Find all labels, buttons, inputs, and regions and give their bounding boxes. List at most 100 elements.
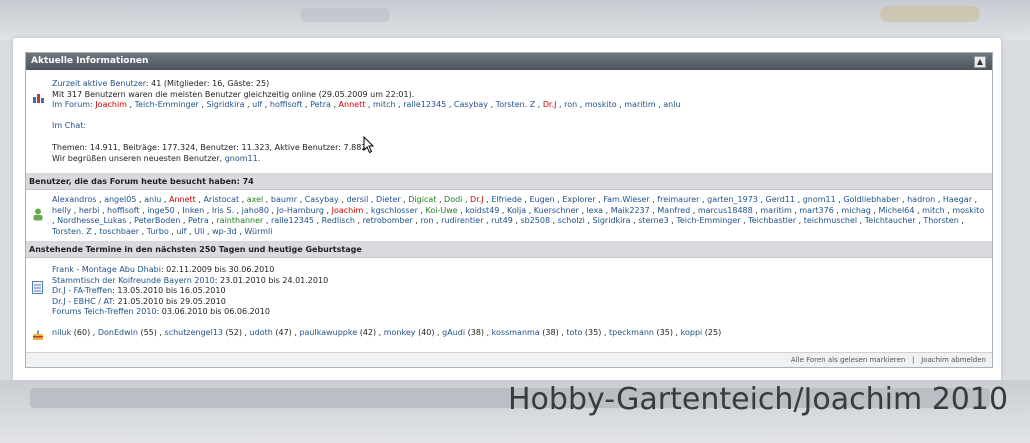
user-link[interactable]: Sigridkira [593,216,631,225]
birthday-user-link[interactable]: koppi [681,328,703,337]
birthday-user-link[interactable]: paulkawuppke [299,328,357,337]
user-link[interactable]: Haegar [943,195,972,204]
user-link[interactable]: Gerd11 [766,195,796,204]
event-link[interactable]: Dr.J - FA-Treffen [52,286,112,295]
event-link[interactable]: Forums Teich-Treffen 2010 [52,307,157,316]
user-link[interactable]: mitch [922,206,945,215]
event-link[interactable]: Frank - Montage Abu Dhabi [52,265,161,274]
user-link[interactable]: Michel64 [879,206,915,215]
user-link[interactable]: hoffisoft [107,206,140,215]
user-link[interactable]: rut49 [491,216,513,225]
user-link[interactable]: ulf [252,100,262,109]
user-link[interactable]: moskito [585,100,617,109]
birthday-user-link[interactable]: schutzengel13 [165,328,223,337]
user-link[interactable]: Turbo [147,227,169,236]
user-link[interactable]: Teichbastler [748,216,796,225]
user-link[interactable]: Teich-Emminger [135,100,199,109]
birthday-user-link[interactable]: toto [566,328,582,337]
user-link[interactable]: Fam.Wieser [603,195,649,204]
user-link[interactable]: Würmli [244,227,272,236]
user-link[interactable]: Manfred [657,206,690,215]
user-link[interactable]: Dieter [376,195,401,204]
active-users-link[interactable]: Zurzeit aktive Benutzer [52,79,146,88]
user-link[interactable]: kgschlosser [371,206,418,215]
user-link[interactable]: Kolja [507,206,526,215]
user-link[interactable]: Dodi [444,195,462,204]
user-link[interactable]: Petra [188,216,209,225]
user-link[interactable]: Annett [339,100,366,109]
user-link[interactable]: Eugen [529,195,554,204]
user-link[interactable]: toschbaer [99,227,139,236]
birthday-user-link[interactable]: niluk [52,328,71,337]
user-link[interactable]: scholzi [558,216,585,225]
user-link[interactable]: Torsten. Z [496,100,536,109]
birthday-user-link[interactable]: udoth [250,328,273,337]
collapse-button[interactable]: ▲ [974,56,986,68]
user-link[interactable]: garten_1973 [707,195,758,204]
user-link[interactable]: rudirentier [441,216,483,225]
user-link[interactable]: maritim [624,100,655,109]
birthday-user-link[interactable]: monkey [384,328,416,337]
user-link[interactable]: Jo-Hamburg [277,206,324,215]
user-link[interactable]: Teich-Emminger [676,216,740,225]
user-link[interactable]: dersil [346,195,368,204]
user-link[interactable]: jaho80 [242,206,269,215]
user-link[interactable]: anlu [144,195,161,204]
user-link[interactable]: Annett [169,195,196,204]
user-link[interactable]: moskito [952,206,984,215]
user-link[interactable]: Casybay [305,195,339,204]
event-link[interactable]: Dr.J - EBHC / AT [52,297,112,306]
user-link[interactable]: angel05 [104,195,136,204]
user-link[interactable]: lexa [586,206,603,215]
user-link[interactable]: Maik2237 [611,206,650,215]
user-link[interactable]: marcus18488 [698,206,753,215]
user-link[interactable]: anlu [663,100,680,109]
user-link[interactable]: ulf [176,227,186,236]
user-link[interactable]: Iris S. [212,206,234,215]
user-link[interactable]: maritim [760,206,791,215]
user-link[interactable]: sb2508 [520,216,550,225]
user-link[interactable]: Alexandros [52,195,96,204]
user-link[interactable]: ralle12345 [271,216,314,225]
mark-read-link[interactable]: Alle Foren als gelesen markieren [791,356,905,364]
user-link[interactable]: Explorer [562,195,595,204]
user-link[interactable]: ron [564,100,577,109]
user-link[interactable]: Sigridkira [206,100,244,109]
user-link[interactable]: Kuerschner [534,206,579,215]
birthday-user-link[interactable]: kossmanma [492,328,540,337]
user-link[interactable]: Joachim [95,100,127,109]
user-link[interactable]: hadron [907,195,935,204]
user-link[interactable]: retrobomber [363,216,413,225]
user-link[interactable]: michag [841,206,870,215]
user-link[interactable]: ralle12345 [403,100,446,109]
user-link[interactable]: herbi [79,206,100,215]
user-link[interactable]: Petra [310,100,331,109]
user-link[interactable]: mart376 [799,206,833,215]
user-link[interactable]: baumr [271,195,297,204]
user-link[interactable]: Thorsten [923,216,958,225]
user-link[interactable]: Goldliebhaber [843,195,899,204]
user-link[interactable]: inge50 [147,206,174,215]
user-link[interactable]: mitch [373,100,396,109]
user-link[interactable]: helly [52,206,71,215]
user-link[interactable]: Casybay [454,100,488,109]
birthday-user-link[interactable]: gAudi [442,328,465,337]
user-link[interactable]: axel [247,195,264,204]
user-link[interactable]: sterne3 [638,216,668,225]
user-link[interactable]: wp-3d [212,227,237,236]
user-link[interactable]: Redlisch [322,216,355,225]
user-link[interactable]: teichmuschel [804,216,857,225]
logout-link[interactable]: Joachim abmelden [921,356,986,364]
user-link[interactable]: rainthanner [216,216,263,225]
user-link[interactable]: Inken [182,206,204,215]
user-link[interactable]: Torsten. Z [52,227,92,236]
user-link[interactable]: Uli [194,227,204,236]
user-link[interactable]: Nordhesse_Lukas [57,216,126,225]
user-link[interactable]: Dr.J [543,100,557,109]
user-link[interactable]: Digicat [408,195,436,204]
user-link[interactable]: Koi-Uwe [426,206,458,215]
birthday-user-link[interactable]: DonEdwin [98,328,138,337]
user-link[interactable]: freimaurer [657,195,699,204]
user-link[interactable]: Elfriede [491,195,522,204]
user-link[interactable]: Teichtaucher [865,216,916,225]
